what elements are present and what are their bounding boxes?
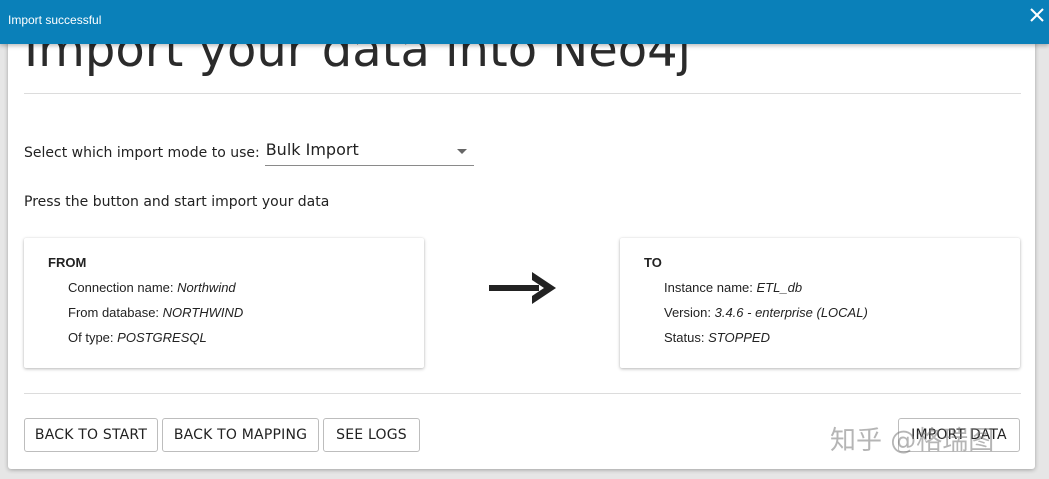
to-version: Version: 3.4.6 - enterprise (LOCAL) [664, 305, 868, 320]
import-card: Import your data into Neo4j Select which… [8, 10, 1035, 469]
divider [24, 93, 1021, 94]
toast-message: Import successful [8, 13, 102, 27]
row-label: Version: [664, 305, 711, 320]
from-type: Of type: POSTGRESQL [68, 330, 207, 345]
see-logs-button[interactable]: SEE LOGS [323, 418, 420, 452]
row-label: Instance name: [664, 280, 753, 295]
from-heading: FROM [48, 255, 87, 270]
dropdown-caret-icon [456, 149, 467, 154]
import-data-button[interactable]: IMPORT DATA [898, 418, 1020, 452]
to-heading: TO [644, 255, 662, 270]
arrow-right-icon [489, 272, 556, 304]
from-panel: FROM Connection name: Northwind From dat… [24, 238, 424, 368]
from-database: From database: NORTHWIND [68, 305, 243, 320]
row-value: 3.4.6 - enterprise (LOCAL) [714, 305, 868, 320]
row-label: Connection name: [68, 280, 174, 295]
row-value: STOPPED [708, 330, 770, 345]
back-to-start-button[interactable]: BACK TO START [24, 418, 158, 452]
success-toast: Import successful [0, 0, 1049, 44]
import-mode-select[interactable]: Bulk Import [264, 139, 474, 166]
row-label: Status: [664, 330, 705, 345]
row-value: Northwind [177, 280, 236, 295]
row-label: From database: [68, 305, 160, 320]
instruction-text: Press the button and start import your d… [24, 194, 330, 210]
from-connection-name: Connection name: Northwind [68, 280, 236, 295]
row-label: Of type: [68, 330, 114, 345]
import-mode-row: Select which import mode to use: Bulk Im… [24, 140, 474, 166]
row-value: NORTHWIND [162, 305, 244, 320]
to-status: Status: STOPPED [664, 330, 770, 345]
divider [24, 393, 1021, 394]
import-mode-label: Select which import mode to use: [24, 145, 260, 161]
to-panel: TO Instance name: ETL_db Version: 3.4.6 … [620, 238, 1020, 368]
back-to-mapping-button[interactable]: BACK TO MAPPING [162, 418, 319, 452]
row-value: POSTGRESQL [117, 330, 207, 345]
import-mode-value: Bulk Import [265, 140, 359, 159]
close-icon[interactable] [1027, 5, 1049, 27]
to-instance-name: Instance name: ETL_db [664, 280, 802, 295]
row-value: ETL_db [756, 280, 803, 295]
